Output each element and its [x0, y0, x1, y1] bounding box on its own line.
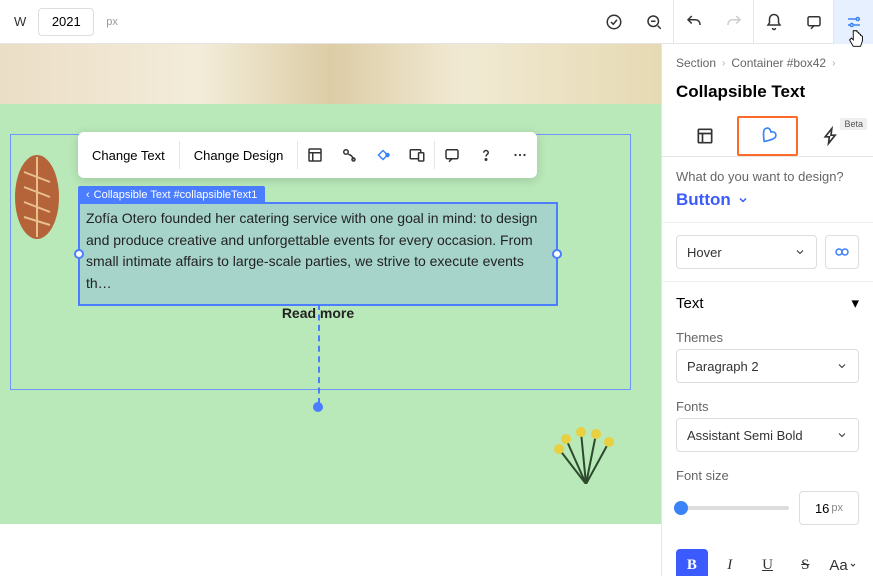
- panel-title: Collapsible Text: [662, 82, 873, 116]
- beta-badge: Beta: [840, 118, 867, 130]
- section-bg: Change Text Change Design ‹ Collapsible …: [0, 104, 661, 524]
- canvas-area[interactable]: Change Text Change Design ‹ Collapsible …: [0, 44, 661, 576]
- collapsible-text-element[interactable]: Zofía Otero founded her catering service…: [78, 202, 558, 306]
- inspector-tabs: Beta: [662, 116, 873, 157]
- format-row: B I U S Aa: [662, 539, 873, 576]
- comment-icon[interactable]: [435, 132, 469, 178]
- resize-handle-left[interactable]: [74, 249, 84, 259]
- crumb-container[interactable]: Container #box42: [731, 56, 826, 70]
- width-input[interactable]: [38, 8, 94, 36]
- check-circle-icon[interactable]: [593, 0, 633, 44]
- underline-button[interactable]: U: [752, 549, 784, 576]
- design-target-section: What do you want to design? Button: [662, 157, 873, 223]
- tab-design[interactable]: [737, 116, 798, 156]
- bold-button[interactable]: B: [676, 549, 708, 576]
- design-target-select[interactable]: Button: [676, 190, 859, 210]
- fonts-label: Fonts: [662, 393, 873, 418]
- strike-button[interactable]: S: [789, 549, 821, 576]
- change-text-button[interactable]: Change Text: [78, 132, 179, 178]
- design-question: What do you want to design?: [676, 169, 859, 184]
- undo-button[interactable]: [673, 0, 713, 44]
- chevron-right-icon: ›: [722, 58, 725, 69]
- fontsize-input[interactable]: 16px: [799, 491, 859, 525]
- width-control: W px: [10, 8, 118, 36]
- comment-icon[interactable]: [793, 0, 833, 44]
- chevron-down-icon: [794, 246, 806, 258]
- chevron-right-icon: ›: [832, 58, 835, 69]
- breadcrumb: Section › Container #box42 ›: [662, 44, 873, 82]
- width-label: W: [10, 14, 30, 29]
- header-image: [0, 44, 661, 104]
- animation-icon[interactable]: [332, 132, 366, 178]
- state-row: Hover: [662, 223, 873, 282]
- bell-icon[interactable]: [753, 0, 793, 44]
- fonts-select[interactable]: Assistant Semi Bold: [676, 418, 859, 452]
- inspector-link-icon[interactable]: [366, 132, 400, 178]
- chevron-down-icon: [836, 360, 848, 372]
- text-accordion-header[interactable]: Text ▾: [662, 282, 873, 324]
- top-actions: [593, 0, 873, 43]
- more-icon[interactable]: [503, 132, 537, 178]
- resize-handle-bottom[interactable]: [313, 402, 323, 412]
- crumb-section[interactable]: Section: [676, 56, 716, 70]
- slider-thumb[interactable]: [674, 501, 688, 515]
- leaf-decoration: [12, 152, 62, 242]
- tab-layout[interactable]: [676, 116, 733, 156]
- chevron-left-icon: ‹: [86, 189, 90, 201]
- zoom-out-icon[interactable]: [633, 0, 673, 44]
- resize-handle-right[interactable]: [552, 249, 562, 259]
- state-select[interactable]: Hover: [676, 235, 817, 269]
- case-button[interactable]: Aa: [827, 549, 859, 576]
- element-toolbar: Change Text Change Design: [78, 132, 537, 178]
- chevron-down-icon: [737, 194, 749, 206]
- chevron-down-icon: [836, 429, 848, 441]
- reset-states-button[interactable]: [825, 235, 859, 269]
- responsive-icon[interactable]: [400, 132, 434, 178]
- layout-icon[interactable]: [298, 132, 332, 178]
- width-unit: px: [106, 16, 118, 28]
- caret-down-icon: ▾: [851, 294, 859, 312]
- themes-label: Themes: [662, 324, 873, 349]
- top-toolbar: W px: [0, 0, 873, 44]
- fontsize-label: Font size: [662, 462, 873, 487]
- body-text: Zofía Otero founded her catering service…: [86, 208, 550, 295]
- redo-button[interactable]: [713, 0, 753, 44]
- help-icon[interactable]: [469, 132, 503, 178]
- selection-label[interactable]: ‹ Collapsible Text #collapsibleText1: [78, 186, 265, 204]
- resize-guide: [318, 304, 320, 404]
- italic-button[interactable]: I: [714, 549, 746, 576]
- cursor-pointer-icon: [845, 28, 867, 50]
- inspector-panel: Section › Container #box42 › Collapsible…: [661, 44, 873, 576]
- change-design-button[interactable]: Change Design: [180, 132, 298, 178]
- flower-decoration: [551, 424, 621, 484]
- themes-select[interactable]: Paragraph 2: [676, 349, 859, 383]
- fontsize-slider[interactable]: [676, 506, 789, 510]
- chevron-down-icon: [849, 561, 857, 569]
